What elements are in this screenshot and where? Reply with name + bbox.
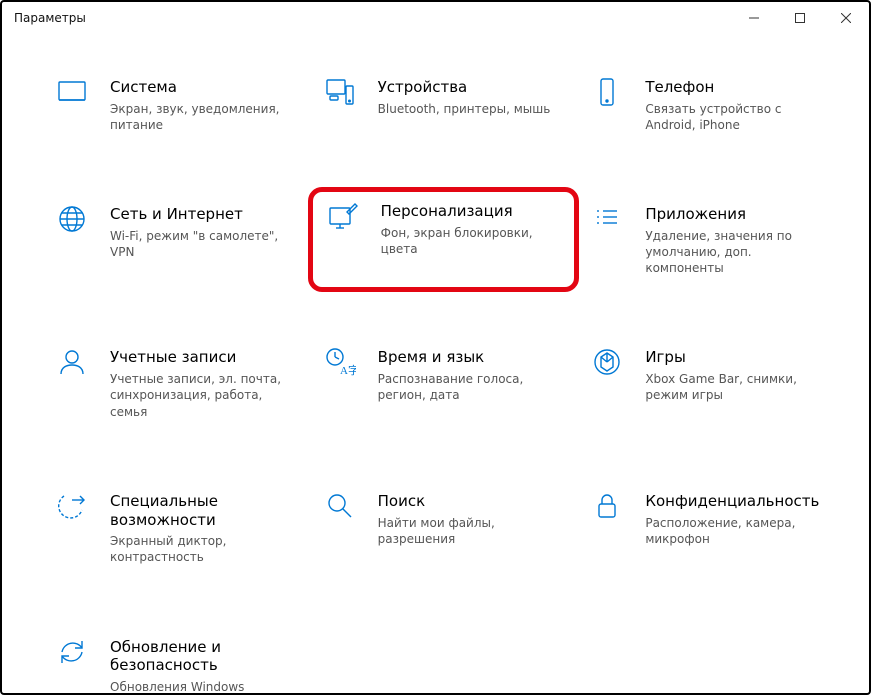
tile-update-security[interactable]: Обновление и безопасность Обновления Win… xyxy=(46,630,306,695)
tile-desc: Удаление, значения по умолчанию, доп. ко… xyxy=(645,228,825,277)
tile-desc: Экран, звук, уведомления, питание xyxy=(110,101,290,133)
tile-desc: Расположение, камера, микрофон xyxy=(645,515,825,547)
titlebar: Параметры xyxy=(2,2,869,34)
apps-icon xyxy=(585,203,629,247)
tile-desc: Xbox Game Bar, снимки, режим игры xyxy=(645,371,825,403)
phone-icon xyxy=(585,76,629,120)
tile-network[interactable]: Сеть и Интернет Wi-Fi, режим "в самолете… xyxy=(46,197,306,282)
tile-accounts[interactable]: Учетные записи Учетные записи, эл. почта… xyxy=(46,340,306,425)
tile-desc: Распознавание голоса, регион, дата xyxy=(378,371,558,403)
tile-desc: Учетные записи, эл. почта, синхронизация… xyxy=(110,371,290,420)
update-icon xyxy=(50,636,94,680)
tile-title: Конфиденциальность xyxy=(645,492,825,511)
tile-title: Устройства xyxy=(378,78,551,97)
tile-title: Обновление и безопасность xyxy=(110,638,296,676)
tile-time-language[interactable]: A字 Время и язык Распознавание голоса, ре… xyxy=(314,340,574,425)
tile-desc: Bluetooth, принтеры, мышь xyxy=(378,101,551,117)
maximize-button[interactable] xyxy=(777,2,823,34)
tile-title: Система xyxy=(110,78,290,97)
tile-desc: Обновления Windows xyxy=(110,679,290,695)
tile-personalization[interactable]: Персонализация Фон, экран блокировки, цв… xyxy=(308,187,580,292)
accounts-icon xyxy=(50,346,94,390)
window-controls xyxy=(731,2,869,34)
tile-gaming[interactable]: Игры Xbox Game Bar, снимки, режим игры xyxy=(581,340,841,425)
tile-title: Игры xyxy=(645,348,825,367)
tile-ease-of-access[interactable]: Специальные возможности Экранный диктор,… xyxy=(46,484,306,572)
tile-apps[interactable]: Приложения Удаление, значения по умолчан… xyxy=(581,197,841,282)
tile-title: Сеть и Интернет xyxy=(110,205,290,224)
tile-title: Время и язык xyxy=(378,348,558,367)
search-icon xyxy=(318,490,362,534)
tile-desc: Связать устройство с Android, iPhone xyxy=(645,101,825,133)
window-title: Параметры xyxy=(14,11,86,25)
settings-grid: Система Экран, звук, уведомления, питани… xyxy=(2,34,869,695)
system-icon xyxy=(50,76,94,120)
network-icon xyxy=(50,203,94,247)
tile-title: Учетные записи xyxy=(110,348,290,367)
tile-title: Телефон xyxy=(645,78,825,97)
tile-privacy[interactable]: Конфиденциальность Расположение, камера,… xyxy=(581,484,841,572)
gaming-icon xyxy=(585,346,629,390)
tile-title: Поиск xyxy=(378,492,558,511)
tile-title: Специальные возможности xyxy=(110,492,296,530)
tile-devices[interactable]: Устройства Bluetooth, принтеры, мышь xyxy=(314,70,574,139)
tile-desc: Wi-Fi, режим "в самолете", VPN xyxy=(110,228,290,260)
time-language-icon: A字 xyxy=(318,346,362,390)
tile-title: Персонализация xyxy=(381,202,561,221)
tile-system[interactable]: Система Экран, звук, уведомления, питани… xyxy=(46,70,306,139)
minimize-button[interactable] xyxy=(731,2,777,34)
ease-of-access-icon xyxy=(50,490,94,534)
close-button[interactable] xyxy=(823,2,869,34)
tile-desc: Фон, экран блокировки, цвета xyxy=(381,225,561,257)
tile-title: Приложения xyxy=(645,205,825,224)
settings-window: Параметры Система Экран, звук, уведомлен… xyxy=(0,0,871,695)
tile-desc: Экранный диктор, контрастность xyxy=(110,533,290,565)
svg-text:A字: A字 xyxy=(340,363,356,377)
privacy-icon xyxy=(585,490,629,534)
devices-icon xyxy=(318,76,362,120)
tile-phone[interactable]: Телефон Связать устройство с Android, iP… xyxy=(581,70,841,139)
tile-search[interactable]: Поиск Найти мои файлы, разрешения xyxy=(314,484,574,572)
tile-desc: Найти мои файлы, разрешения xyxy=(378,515,558,547)
personalization-icon xyxy=(321,200,365,244)
